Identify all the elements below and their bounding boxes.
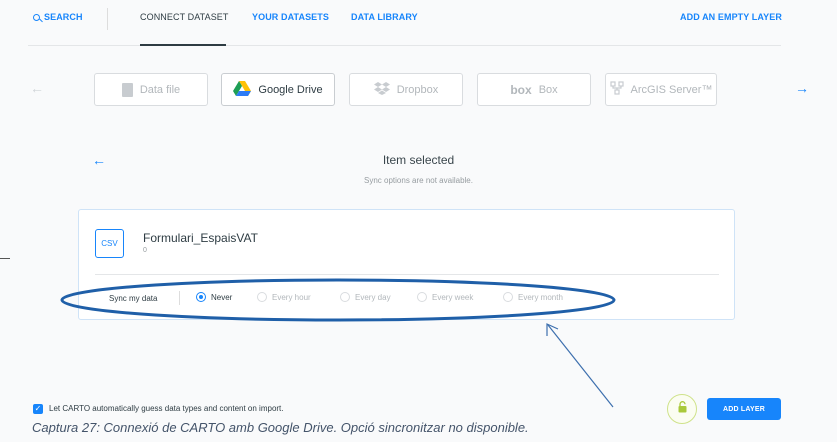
add-layer-button[interactable]: ADD LAYER xyxy=(707,398,781,420)
card-divider xyxy=(95,274,719,275)
source-arcgis-button[interactable]: ArcGIS Server™ xyxy=(605,73,717,106)
file-size: 0 xyxy=(143,247,147,254)
source-dropbox-button[interactable]: Dropbox xyxy=(349,73,463,106)
source-label: Data file xyxy=(139,83,181,96)
csv-file-icon: CSV xyxy=(95,229,124,258)
file-name: Formulari_EspaisVAT xyxy=(143,231,258,245)
connect-dataset-page: SEARCH CONNECT DATASET YOUR DATASETS DAT… xyxy=(0,0,837,442)
tab-connect-dataset[interactable]: CONNECT DATASET xyxy=(140,12,229,22)
sync-my-data-label: Sync my data xyxy=(109,294,158,303)
radio-selected-icon xyxy=(196,292,206,302)
sync-divider xyxy=(179,291,180,305)
carousel-next-arrow-icon[interactable]: → xyxy=(795,80,809,96)
guess-types-label: Let CARTO automatically guess data types… xyxy=(49,404,284,413)
source-box-button[interactable]: box Box xyxy=(477,73,591,106)
source-label: ArcGIS Server™ xyxy=(630,83,713,96)
item-selected-title: Item selected xyxy=(382,153,455,167)
carousel-prev-arrow-icon[interactable]: ← xyxy=(30,80,44,96)
radio-icon xyxy=(503,292,513,302)
radio-icon xyxy=(340,292,350,302)
tab-your-datasets[interactable]: YOUR DATASETS xyxy=(252,12,329,22)
source-label: Dropbox xyxy=(396,83,439,96)
nav-divider xyxy=(107,8,108,30)
box-icon: box xyxy=(510,82,532,97)
active-tab-indicator xyxy=(140,44,226,46)
guess-types-checkbox[interactable]: ✓ xyxy=(33,404,43,414)
page-edge-marker xyxy=(0,258,10,259)
source-label: Box xyxy=(538,83,558,96)
sync-option-label: Every month xyxy=(518,292,563,302)
source-data-file-button[interactable]: Data file xyxy=(94,73,208,106)
source-google-drive-button[interactable]: Google Drive xyxy=(221,73,335,106)
annotation-arrowhead-icon xyxy=(546,323,559,336)
unlock-icon xyxy=(677,400,688,418)
annotation-arrow-line xyxy=(547,324,614,408)
sync-option-label: Every week xyxy=(432,292,474,302)
figure-caption: Captura 27: Connexió de CARTO amb Google… xyxy=(32,420,529,435)
google-drive-icon xyxy=(233,80,252,99)
privacy-lock-button[interactable] xyxy=(667,394,697,424)
selected-file-card: CSV Formulari_EspaisVAT 0 Sync my data N… xyxy=(78,209,735,320)
sync-option-every-hour[interactable]: Every hour xyxy=(257,292,311,302)
top-nav: SEARCH CONNECT DATASET YOUR DATASETS DAT… xyxy=(0,0,837,46)
search-icon xyxy=(33,14,40,21)
search-tab[interactable]: SEARCH xyxy=(33,12,83,22)
radio-icon xyxy=(257,292,267,302)
sync-option-every-month[interactable]: Every month xyxy=(503,292,563,302)
sync-option-label: Every hour xyxy=(272,292,311,302)
item-selected-subtitle: Sync options are not available. xyxy=(364,176,473,185)
search-tab-label: SEARCH xyxy=(44,12,83,22)
arcgis-icon xyxy=(609,81,624,98)
sync-option-every-week[interactable]: Every week xyxy=(417,292,473,302)
source-label: Google Drive xyxy=(258,83,323,96)
radio-icon xyxy=(417,292,427,302)
dropbox-icon xyxy=(373,81,390,98)
sync-option-never[interactable]: Never xyxy=(196,292,232,302)
add-empty-layer-link[interactable]: ADD AN EMPTY LAYER xyxy=(680,12,782,22)
sync-option-label: Never xyxy=(211,292,233,302)
sync-option-every-day[interactable]: Every day xyxy=(340,292,391,302)
tab-data-library[interactable]: DATA LIBRARY xyxy=(351,12,418,22)
sync-option-label: Every day xyxy=(355,292,391,302)
file-icon xyxy=(121,82,133,97)
